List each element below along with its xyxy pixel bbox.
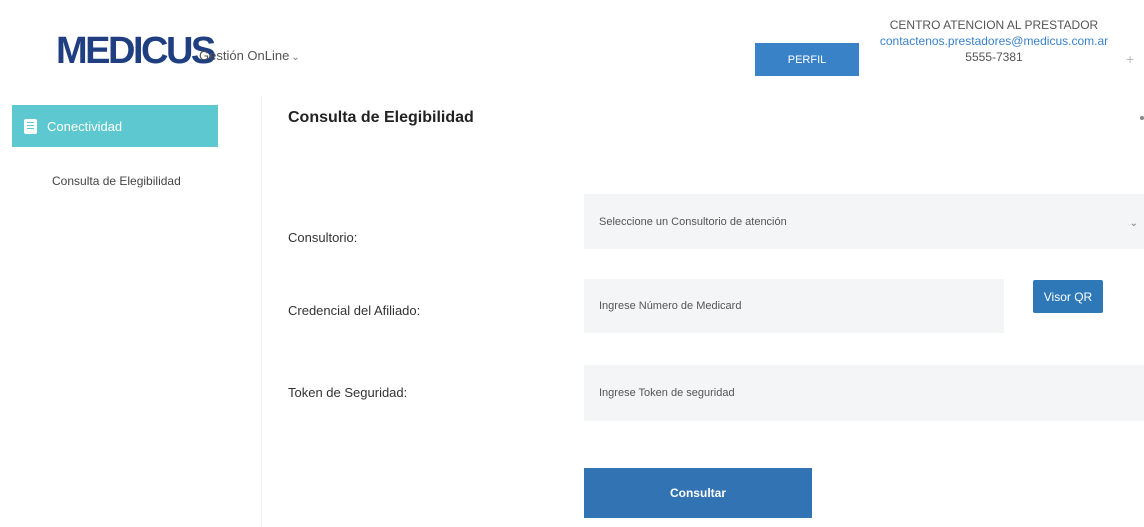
chevron-down-icon: ⌄ [291,52,300,63]
consultorio-label: Consultorio: [288,230,358,245]
chevron-down-icon: ⌄ [1129,218,1138,229]
product-menu[interactable]: Gestión OnLine ⌄ [199,48,300,63]
token-input[interactable]: Ingrese Token de seguridad [584,365,1144,421]
credencial-label: Credencial del Afiliado: [288,303,421,318]
top-header: MEDICUS Gestión OnLine ⌄ PERFIL CENTRO AT… [0,0,1144,96]
sidebar-item-conectividad[interactable]: Conectividad [12,105,218,147]
consultar-button[interactable]: Consultar [584,468,812,518]
consultorio-selected-value: Seleccione un Consultorio de atención [599,215,787,228]
credencial-placeholder: Ingrese Número de Medicard [599,300,742,312]
contact-email-link[interactable]: contactenos.prestadores@medicus.com.ar [864,33,1124,49]
contact-phone: 5555-7381 [965,50,1023,64]
main-content: Consulta de Elegibilidad Consultorio: Se… [262,96,1144,527]
medicus-logo[interactable]: MEDICUS [56,32,216,70]
page-title: Consulta de Elegibilidad [288,109,474,126]
token-label: Token de Seguridad: [288,385,408,400]
sidebar-item-consulta-elegibilidad[interactable]: Consulta de Elegibilidad [52,174,181,188]
dot-icon [1140,116,1144,120]
token-placeholder: Ingrese Token de seguridad [599,387,735,399]
contact-title: CENTRO ATENCION AL PRESTADOR [889,18,1099,32]
sidebar-item-label: Conectividad [47,118,123,134]
contact-block: CENTRO ATENCION AL PRESTADOR contactenos… [864,17,1124,65]
product-menu-label: Gestión OnLine [199,48,290,63]
credencial-input[interactable]: Ingrese Número de Medicard [584,279,1004,333]
qr-viewer-button[interactable]: Visor QR [1033,280,1103,313]
consultorio-select[interactable]: Seleccione un Consultorio de atención ⌄ [584,194,1144,249]
sidebar: Conectividad Consulta de Elegibilidad [0,96,262,527]
profile-button[interactable]: PERFIL [755,43,859,76]
plus-icon[interactable]: + [1126,52,1140,66]
book-icon [24,118,37,134]
